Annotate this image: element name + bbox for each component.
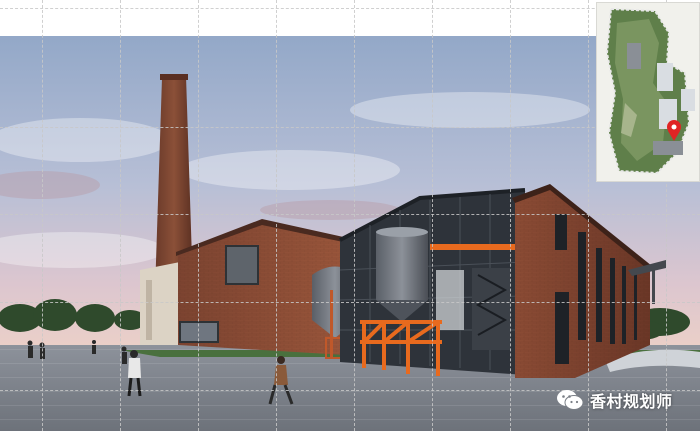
guide-line [510,0,511,431]
guide-line [198,0,199,431]
guide-line [0,8,700,9]
left-annex [140,262,180,345]
guide-line [42,0,43,431]
guide-line [0,302,700,303]
architectural-render [0,0,700,431]
guide-line [120,0,121,431]
person-far-4 [92,340,96,354]
guide-line [276,0,277,431]
render-viewport: 香村规划师 [0,0,700,431]
guide-line [588,0,589,431]
person-far-3 [121,346,127,364]
site-location-map [596,2,700,182]
guide-line [0,127,700,128]
watermark-text: 香村规划师 [590,392,673,411]
watermark: 香村规划师 [556,388,673,412]
top-margin [0,0,700,36]
guide-line [0,214,700,215]
guide-line [432,0,433,431]
guide-line [354,0,355,431]
wechat-icon [557,390,584,410]
person-far-1 [27,340,33,358]
